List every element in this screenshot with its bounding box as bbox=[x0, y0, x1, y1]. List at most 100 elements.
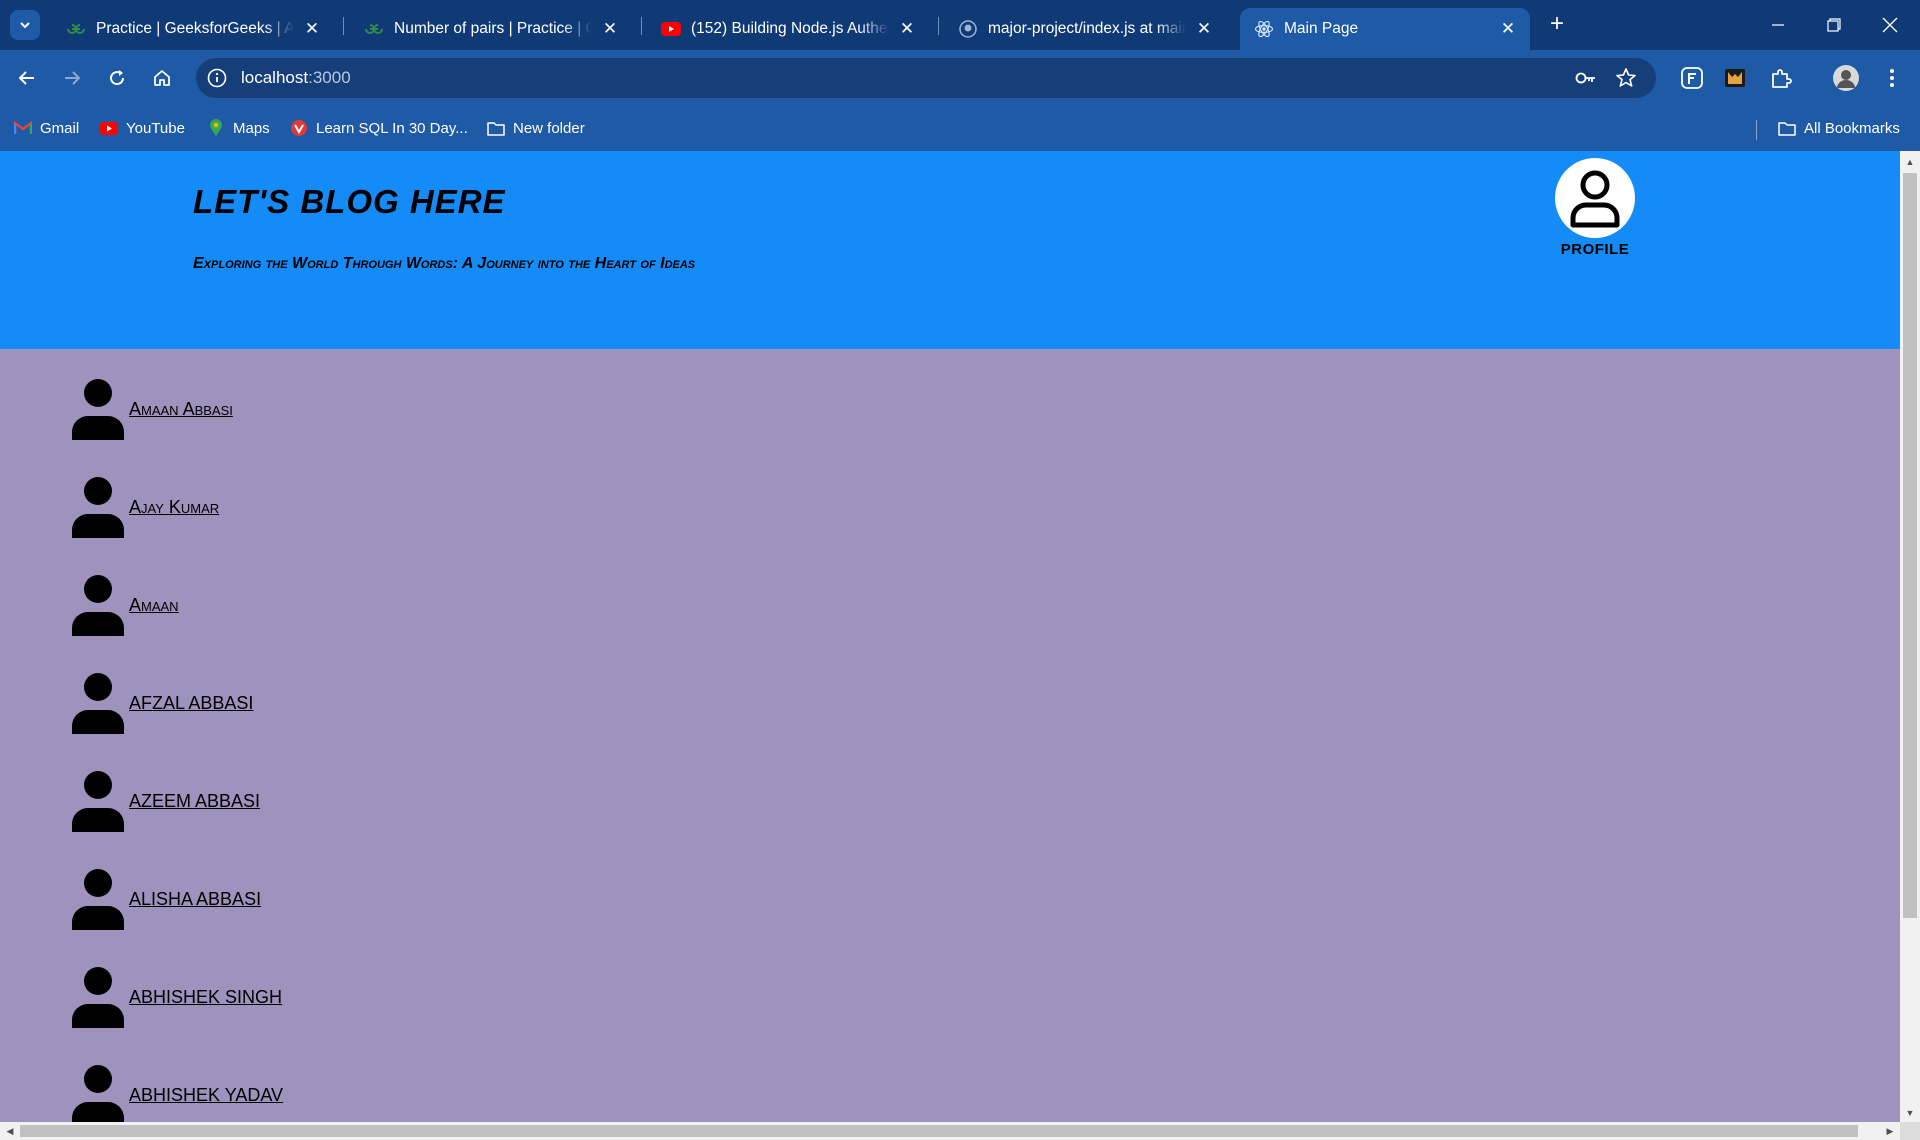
scroll-right-arrow-icon[interactable]: ▶ bbox=[1881, 1122, 1899, 1140]
arrow-right-icon bbox=[65, 71, 81, 85]
tab-4[interactable]: major-project/index.js at main ✕ bbox=[944, 8, 1226, 50]
new-tab-button[interactable]: + bbox=[1542, 10, 1572, 40]
profile-avatar-button[interactable] bbox=[1830, 62, 1862, 94]
list-item: ALISHA ABBASI bbox=[70, 866, 470, 930]
extension-button[interactable] bbox=[1719, 62, 1751, 94]
extension-f-icon bbox=[1681, 67, 1703, 89]
user-link[interactable]: Ajay Kumar bbox=[129, 497, 219, 518]
list-item: Amaan Abbasi bbox=[70, 376, 470, 440]
user-link[interactable]: AFZAL ABBASI bbox=[129, 693, 253, 714]
tab-title: Number of pairs | Practice | GeeksforGee… bbox=[394, 20, 592, 37]
user-icon bbox=[72, 1065, 124, 1126]
list-item: ABHISHEK YADAV bbox=[70, 1062, 470, 1126]
bookmark-new-folder[interactable]: New folder bbox=[487, 116, 585, 140]
scroll-left-arrow-icon[interactable]: ◀ bbox=[1, 1122, 19, 1140]
close-window-button[interactable] bbox=[1862, 0, 1918, 50]
list-item: AZEEM ABBASI bbox=[70, 768, 470, 832]
user-link[interactable]: AZEEM ABBASI bbox=[129, 791, 260, 812]
user-icon bbox=[72, 869, 124, 930]
user-icon bbox=[72, 967, 124, 1028]
restore-button[interactable] bbox=[1806, 0, 1862, 50]
tab-strip: Practice | GeeksforGeeks | A computer sc… bbox=[0, 0, 1920, 50]
close-icon[interactable]: ✕ bbox=[897, 19, 917, 39]
close-icon[interactable]: ✕ bbox=[1194, 19, 1214, 39]
user-link[interactable]: ALISHA ABBASI bbox=[129, 889, 261, 910]
close-icon[interactable]: ✕ bbox=[302, 19, 322, 39]
address-bar[interactable]: localhost:3000 bbox=[196, 58, 1656, 98]
bookmarks-bar: Gmail YouTube Maps Learn SQL In 30 Day..… bbox=[0, 106, 1920, 151]
close-icon[interactable]: ✕ bbox=[1498, 19, 1518, 39]
list-item: ABHISHEK SINGH bbox=[70, 964, 470, 1028]
restore-icon bbox=[1827, 18, 1841, 32]
user-link[interactable]: Amaan Abbasi bbox=[129, 399, 233, 420]
user-link[interactable]: Amaan bbox=[129, 595, 179, 616]
key-icon[interactable] bbox=[1574, 66, 1598, 90]
tab-separator bbox=[641, 17, 642, 35]
close-icon[interactable]: ✕ bbox=[600, 19, 620, 39]
extensions-menu-button[interactable] bbox=[1765, 62, 1797, 94]
bookmark-gmail[interactable]: Gmail bbox=[14, 116, 79, 140]
bookmark-youtube[interactable]: YouTube bbox=[100, 116, 185, 140]
list-item: AFZAL ABBASI bbox=[70, 670, 470, 734]
minimize-icon bbox=[1772, 24, 1784, 26]
user-link[interactable]: ABHISHEK YADAV bbox=[129, 1085, 283, 1106]
profile-button[interactable]: PROFILE bbox=[1548, 158, 1642, 258]
horizontal-scrollbar[interactable]: ◀ ▶ bbox=[0, 1122, 1900, 1140]
tab-separator bbox=[343, 17, 344, 35]
extension-cat-icon bbox=[1725, 69, 1745, 87]
site-info-icon[interactable] bbox=[206, 67, 228, 89]
all-bookmarks-label: All Bookmarks bbox=[1804, 119, 1900, 137]
home-button[interactable] bbox=[146, 62, 178, 94]
tab-separator bbox=[938, 17, 939, 35]
tab-3[interactable]: (152) Building Node.js Authentication ✕ bbox=[647, 8, 929, 50]
bookmark-maps[interactable]: Maps bbox=[207, 116, 270, 140]
minimize-button[interactable] bbox=[1750, 0, 1806, 50]
tab-2[interactable]: Number of pairs | Practice | GeeksforGee… bbox=[350, 8, 632, 50]
user-icon bbox=[72, 673, 124, 734]
extension-button[interactable] bbox=[1676, 62, 1708, 94]
tab-title: major-project/index.js at main bbox=[988, 20, 1186, 37]
bookmark-label: New folder bbox=[513, 119, 585, 137]
bookmark-learn-sql[interactable]: Learn SQL In 30 Day... bbox=[290, 116, 468, 140]
forward-button[interactable] bbox=[56, 62, 88, 94]
star-icon[interactable] bbox=[1614, 66, 1638, 90]
user-icon bbox=[72, 477, 124, 538]
vertical-scrollbar[interactable]: ▲ ▼ bbox=[1900, 151, 1920, 1122]
back-button[interactable] bbox=[11, 62, 43, 94]
url-port: :3000 bbox=[308, 68, 351, 87]
tab-title: Practice | GeeksforGeeks | A computer sc… bbox=[96, 20, 294, 37]
close-icon bbox=[1882, 17, 1898, 33]
bookmark-label: Gmail bbox=[40, 119, 80, 137]
scroll-up-arrow-icon[interactable]: ▲ bbox=[1900, 153, 1920, 171]
browser-menu-button[interactable] bbox=[1876, 62, 1908, 94]
user-icon bbox=[72, 379, 124, 440]
github-icon bbox=[958, 19, 978, 39]
user-link[interactable]: ABHISHEK SINGH bbox=[129, 987, 282, 1008]
profile-avatar[interactable] bbox=[1555, 158, 1635, 238]
url-text[interactable]: localhost:3000 bbox=[241, 68, 351, 88]
react-icon bbox=[1254, 19, 1274, 39]
chevron-down-icon bbox=[20, 22, 30, 29]
geeksforgeeks-icon bbox=[364, 19, 384, 39]
user-icon bbox=[72, 575, 124, 636]
page-subtitle: Exploring the World Through Words: A Jou… bbox=[193, 255, 696, 272]
scroll-down-arrow-icon[interactable]: ▼ bbox=[1900, 1104, 1920, 1122]
page-title: LET'S BLOG HERE bbox=[193, 183, 506, 220]
tab-1[interactable]: Practice | GeeksforGeeks | A computer sc… bbox=[52, 8, 334, 50]
reload-icon bbox=[110, 70, 125, 86]
tab-search-button[interactable] bbox=[10, 10, 40, 40]
youtube-icon bbox=[661, 19, 681, 39]
tab-title: (152) Building Node.js Authentication bbox=[691, 20, 889, 37]
all-bookmarks-button[interactable]: All Bookmarks bbox=[1778, 116, 1900, 140]
more-vertical-icon bbox=[1890, 69, 1894, 87]
puzzle-icon bbox=[1772, 69, 1792, 88]
reload-button[interactable] bbox=[101, 62, 133, 94]
avatar-icon bbox=[1833, 65, 1859, 91]
vertical-scrollbar-thumb[interactable] bbox=[1903, 173, 1917, 918]
horizontal-scrollbar-thumb[interactable] bbox=[20, 1125, 1858, 1137]
url-host: localhost bbox=[241, 68, 309, 87]
sql-icon bbox=[290, 119, 308, 137]
maps-icon bbox=[207, 119, 225, 137]
folder-icon bbox=[1778, 119, 1796, 137]
tab-active[interactable]: Main Page ✕ bbox=[1240, 8, 1530, 50]
